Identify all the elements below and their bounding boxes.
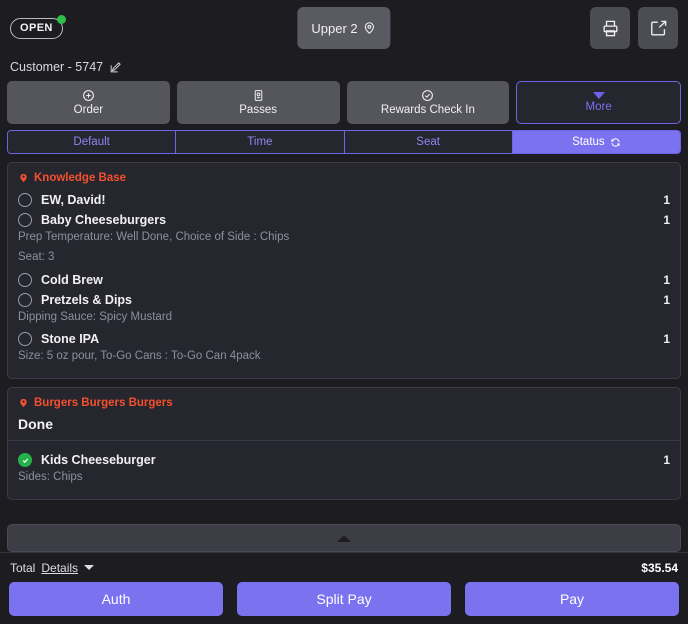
collapse-panel-button[interactable] — [7, 524, 681, 552]
table-selector[interactable]: Upper 2 — [297, 7, 390, 49]
pay-button[interactable]: Pay — [465, 582, 679, 616]
total-amount: $35.54 — [641, 561, 678, 575]
payment-actions: Auth Split Pay Pay — [0, 582, 688, 624]
total-label: Total — [10, 561, 35, 575]
chevron-down-icon[interactable] — [84, 565, 94, 570]
item-qty: 1 — [663, 213, 670, 227]
status-indicator-dot — [57, 15, 66, 24]
caret-down-icon — [593, 92, 605, 99]
list-item[interactable]: Pretzels & Dips 1 Dipping Sauce: Spicy M… — [18, 289, 670, 329]
ticket-icon — [252, 89, 265, 102]
list-item[interactable]: Stone IPA 1 Size: 5 oz pour, To-Go Cans … — [18, 328, 670, 368]
group-header: Burgers Burgers Burgers — [18, 396, 670, 409]
print-button[interactable] — [590, 7, 630, 49]
split-pay-button[interactable]: Split Pay — [237, 582, 451, 616]
group-status: Done — [8, 414, 680, 441]
item-name: Baby Cheeseburgers — [41, 213, 166, 227]
item-name: Pretzels & Dips — [41, 293, 132, 307]
tab-more-label: More — [586, 101, 612, 113]
group-title: Burgers Burgers Burgers — [34, 397, 173, 409]
list-item[interactable]: EW, David! 1 — [18, 189, 670, 209]
tab-status-label: Status — [572, 136, 605, 148]
item-modifier: Sides: Chips — [18, 469, 670, 487]
refresh-icon — [610, 137, 621, 148]
customer-label: Customer - 5747 — [10, 60, 103, 74]
chevron-up-icon — [337, 535, 351, 542]
tab-time[interactable]: Time — [176, 131, 344, 153]
map-pin-icon — [363, 21, 377, 35]
primary-tab-bar: Order Passes Rewards Check In More — [0, 78, 688, 124]
item-modifier: Size: 5 oz pour, To-Go Cans : To-Go Can … — [18, 348, 670, 366]
tab-seat-label: Seat — [416, 136, 440, 148]
check-icon — [21, 456, 30, 465]
item-name: Stone IPA — [41, 332, 99, 346]
share-button[interactable] — [638, 7, 678, 49]
tab-default-label: Default — [73, 136, 109, 148]
item-status-toggle[interactable] — [18, 213, 32, 227]
item-status-toggle[interactable] — [18, 293, 32, 307]
tab-passes-label: Passes — [239, 104, 277, 116]
order-list[interactable]: Knowledge Base EW, David! 1 Baby Cheeseb… — [0, 154, 688, 518]
item-name: Kids Cheeseburger — [41, 453, 156, 467]
tab-default[interactable]: Default — [8, 131, 176, 153]
map-pin-icon — [18, 171, 29, 184]
item-qty: 1 — [663, 273, 670, 287]
tab-status[interactable]: Status — [513, 131, 680, 153]
tab-order[interactable]: Order — [7, 81, 170, 124]
tab-passes[interactable]: Passes — [177, 81, 340, 124]
order-group: Knowledge Base EW, David! 1 Baby Cheeseb… — [7, 162, 681, 379]
list-item[interactable]: Baby Cheeseburgers 1 Prep Temperature: W… — [18, 209, 670, 269]
list-item[interactable]: Cold Brew 1 — [18, 269, 670, 289]
details-link[interactable]: Details — [41, 561, 78, 575]
item-name: EW, David! — [41, 193, 106, 207]
item-seat: Seat: 3 — [18, 249, 670, 267]
check-circle-icon — [421, 89, 434, 102]
tab-time-label: Time — [247, 136, 272, 148]
item-modifier: Prep Temperature: Well Done, Choice of S… — [18, 229, 670, 247]
item-status-toggle[interactable] — [18, 273, 32, 287]
top-bar: OPEN Upper 2 — [0, 0, 688, 56]
auth-button[interactable]: Auth — [9, 582, 223, 616]
plus-circle-icon — [82, 89, 95, 102]
top-actions — [590, 7, 678, 49]
group-title: Knowledge Base — [34, 172, 126, 184]
item-modifier: Dipping Sauce: Spicy Mustard — [18, 309, 670, 327]
item-qty: 1 — [663, 293, 670, 307]
item-qty: 1 — [663, 332, 670, 346]
tab-seat[interactable]: Seat — [345, 131, 513, 153]
list-item[interactable]: Kids Cheeseburger 1 Sides: Chips — [18, 449, 670, 489]
status-badge[interactable]: OPEN — [10, 18, 63, 39]
tab-rewards-check-in-label: Rewards Check In — [381, 104, 475, 116]
printer-icon — [601, 19, 620, 38]
tab-rewards-check-in[interactable]: Rewards Check In — [347, 81, 510, 124]
item-status-toggle[interactable] — [18, 193, 32, 207]
item-qty: 1 — [663, 193, 670, 207]
status-badge-label: OPEN — [20, 22, 53, 34]
item-name: Cold Brew — [41, 273, 103, 287]
tab-order-label: Order — [74, 104, 103, 116]
share-export-icon — [649, 19, 668, 38]
table-label: Upper 2 — [311, 21, 357, 36]
edit-pencil-icon[interactable] — [109, 61, 122, 74]
item-qty: 1 — [663, 453, 670, 467]
group-header: Knowledge Base — [18, 171, 670, 184]
item-status-toggle[interactable] — [18, 453, 32, 467]
sort-tab-bar: Default Time Seat Status — [7, 130, 681, 154]
tab-more[interactable]: More — [516, 81, 681, 124]
total-row: Total Details $35.54 — [0, 552, 688, 582]
customer-row[interactable]: Customer - 5747 — [0, 56, 688, 78]
map-pin-icon — [18, 396, 29, 409]
item-status-toggle[interactable] — [18, 332, 32, 346]
order-group: Burgers Burgers Burgers Done Kids Cheese… — [7, 387, 681, 500]
